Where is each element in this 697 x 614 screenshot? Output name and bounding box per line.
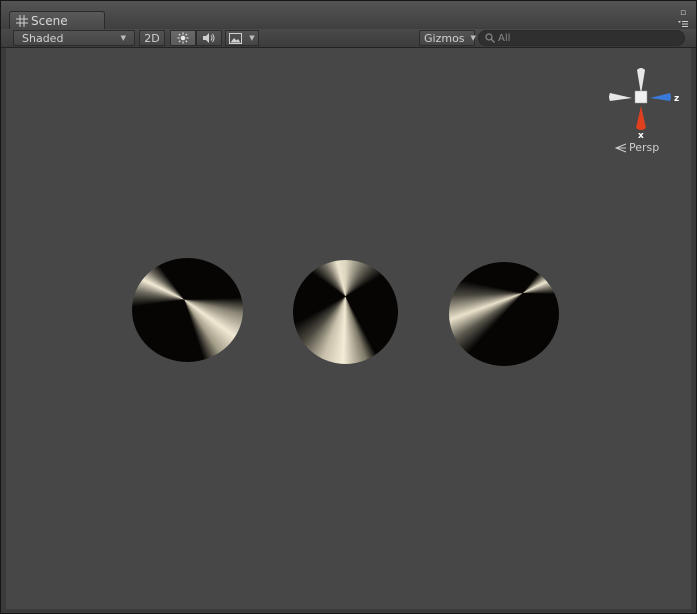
gizmos-label: Gizmos — [424, 31, 465, 45]
chevron-down-icon: ▼ — [120, 34, 126, 42]
sun-icon — [177, 32, 189, 44]
tab-label: Scene — [31, 13, 68, 28]
x-axis-label: x — [638, 131, 644, 141]
gizmos-dropdown[interactable]: Gizmos ▼ — [419, 30, 476, 46]
z-axis-label: z — [674, 94, 679, 104]
search-icon — [485, 33, 495, 43]
chevron-down-icon: ▼ — [470, 34, 476, 42]
effects-dropdown[interactable]: ▼ — [225, 30, 259, 46]
scene-viewport[interactable]: z x Persp — [6, 48, 691, 609]
scene-grid-icon — [16, 14, 28, 27]
maximize-icon[interactable]: ▫ — [678, 9, 688, 18]
scene-window: Scene ▫ Shaded ▼ 2D ▼ Gizmos ▼ All z x P… — [0, 0, 697, 614]
orientation-gizmo[interactable]: z x — [606, 62, 686, 172]
perspective-icon — [614, 143, 627, 153]
neg-x-axis-cone[interactable] — [609, 93, 632, 101]
metal-sphere-left[interactable] — [132, 258, 243, 362]
search-input[interactable] — [498, 32, 668, 44]
speaker-icon — [203, 33, 215, 43]
image-icon — [229, 32, 243, 44]
lighting-toggle-button[interactable] — [170, 30, 196, 46]
metal-sphere-right[interactable] — [449, 262, 559, 366]
z-axis-cone[interactable] — [650, 93, 671, 101]
chevron-down-icon: ▼ — [249, 34, 255, 42]
metal-sphere-center[interactable] — [293, 260, 398, 364]
tab-scene[interactable]: Scene — [9, 11, 105, 29]
toggle-2d-button[interactable]: 2D — [139, 30, 165, 46]
x-axis-cone[interactable] — [636, 106, 646, 130]
draw-mode-label: Shaded — [22, 31, 64, 45]
toggle-2d-label: 2D — [144, 31, 160, 45]
scene-toolbar: Shaded ▼ 2D ▼ Gizmos ▼ All — [1, 29, 696, 48]
window-controls: ▫ — [678, 9, 688, 29]
projection-toggle[interactable]: Persp — [614, 141, 660, 154]
y-axis-cone[interactable] — [637, 68, 645, 94]
gizmo-center-cube[interactable] — [634, 90, 648, 104]
projection-label: Persp — [629, 141, 660, 154]
draw-mode-dropdown[interactable]: Shaded ▼ — [13, 30, 135, 46]
scene-search-field[interactable] — [478, 30, 685, 46]
audio-toggle-button[interactable] — [196, 30, 222, 46]
tab-bar: Scene ▫ — [1, 1, 696, 29]
window-menu-icon[interactable] — [678, 20, 688, 29]
